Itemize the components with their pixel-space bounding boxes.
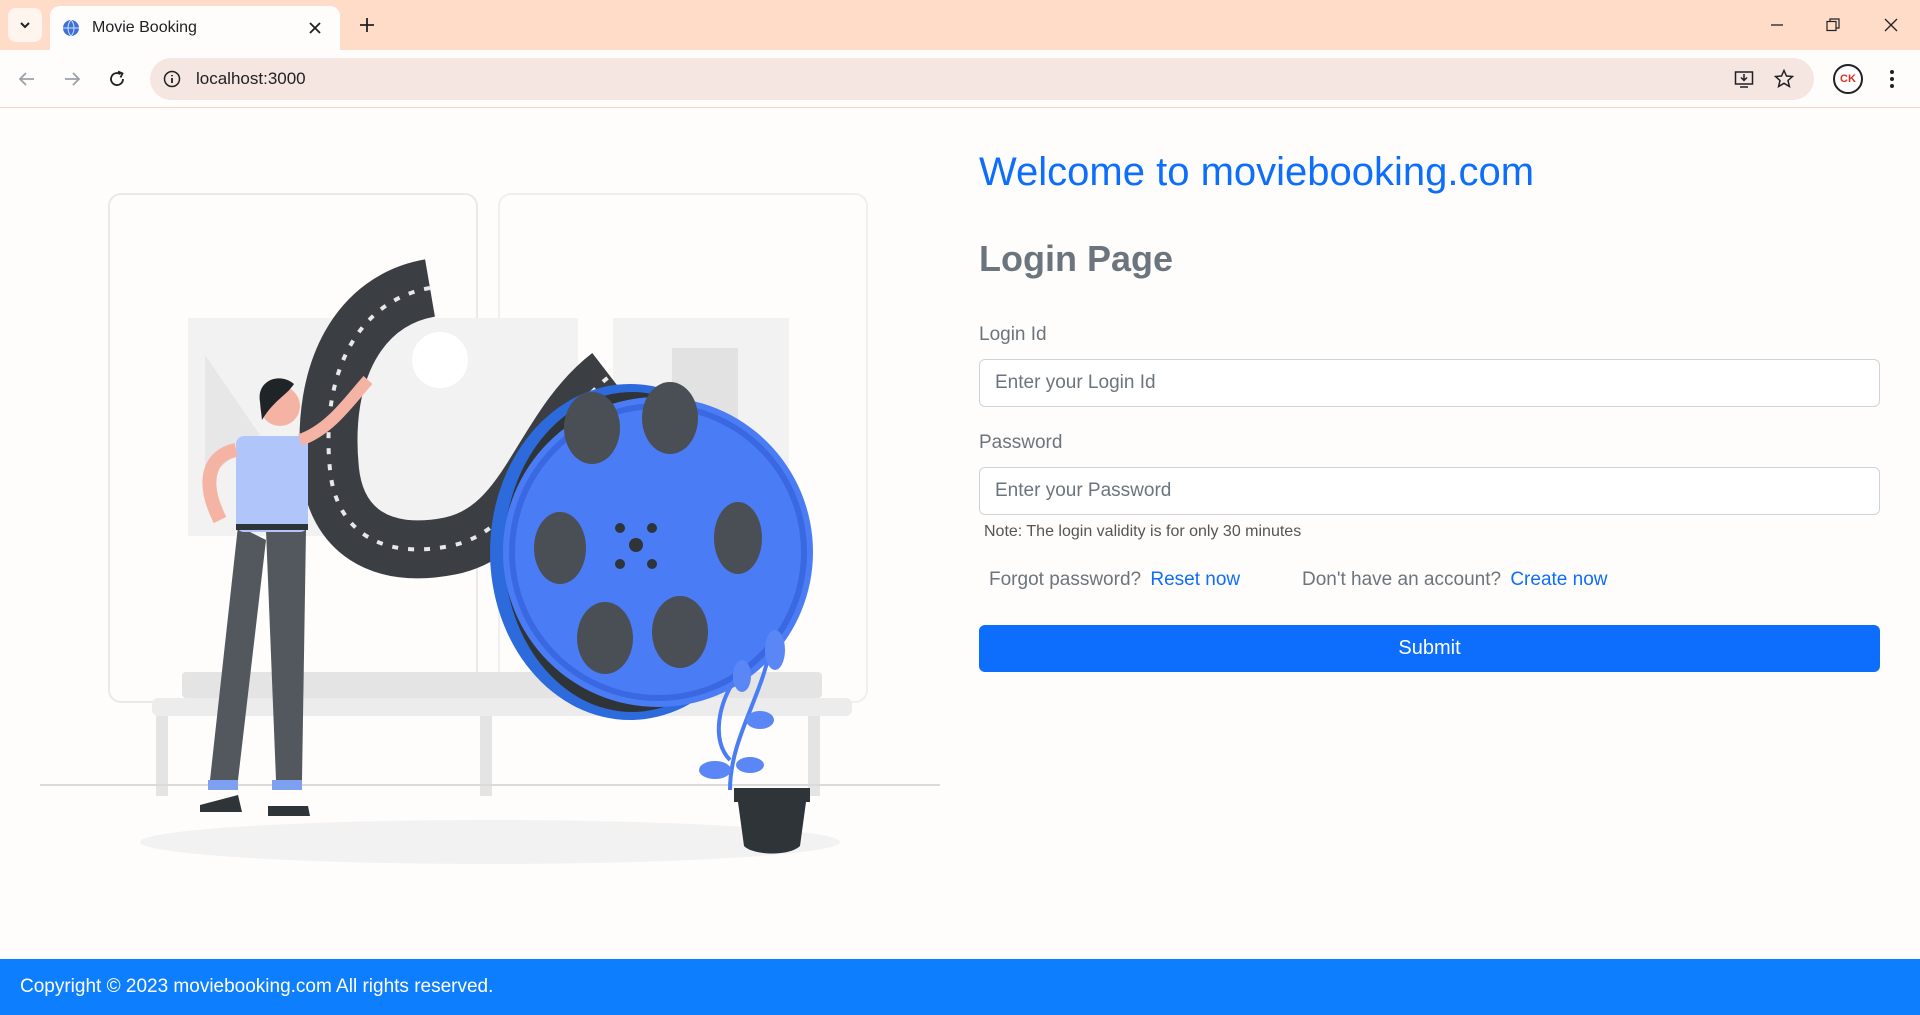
tab-title: Movie Booking bbox=[92, 19, 197, 36]
arrow-left-icon bbox=[18, 72, 34, 86]
browser-tab-active[interactable]: Movie Booking bbox=[50, 6, 340, 50]
reset-password-link[interactable]: Reset now bbox=[1150, 569, 1240, 590]
install-app-icon[interactable] bbox=[1732, 67, 1756, 91]
reload-button[interactable] bbox=[100, 62, 134, 96]
copyright-text: Copyright © 2023 moviebooking.com All ri… bbox=[20, 976, 494, 997]
arrow-right-icon bbox=[65, 72, 81, 86]
restore-window-button[interactable] bbox=[1816, 10, 1850, 40]
login-id-label: Login Id bbox=[979, 324, 1047, 345]
browser-menu-button[interactable] bbox=[1880, 64, 1904, 94]
minimize-icon bbox=[1771, 24, 1783, 26]
address-bar[interactable]: localhost:3000 bbox=[150, 58, 1814, 100]
site-info-icon[interactable] bbox=[160, 67, 184, 91]
forgot-password-text: Forgot password? bbox=[989, 569, 1142, 590]
bookmark-star-icon[interactable] bbox=[1772, 67, 1796, 91]
forgot-password-row: Forgot password? Reset now bbox=[989, 569, 1240, 591]
page-title: Login Page bbox=[979, 238, 1174, 279]
profile-avatar[interactable]: CK bbox=[1833, 64, 1863, 94]
no-account-text: Don't have an account? bbox=[1302, 569, 1502, 590]
login-id-input[interactable] bbox=[979, 359, 1880, 407]
welcome-heading: Welcome to moviebooking.com bbox=[979, 150, 1535, 194]
browser-tab-bar: Movie Booking bbox=[0, 0, 1920, 50]
profile-initials: CK bbox=[1840, 73, 1856, 85]
back-button[interactable] bbox=[10, 62, 44, 96]
browser-toolbar: localhost:3000 CK bbox=[0, 50, 1920, 108]
close-tab-button[interactable] bbox=[304, 17, 326, 39]
validity-note: Note: The login validity is for only 30 … bbox=[984, 523, 1302, 540]
close-window-button[interactable] bbox=[1874, 10, 1908, 40]
reload-icon bbox=[110, 70, 124, 86]
restore-icon bbox=[1826, 18, 1840, 32]
new-tab-button[interactable] bbox=[354, 12, 380, 38]
password-input[interactable] bbox=[979, 467, 1880, 515]
chevron-down-icon bbox=[20, 22, 30, 29]
forward-button[interactable] bbox=[55, 62, 89, 96]
close-icon bbox=[309, 22, 321, 34]
more-vertical-icon bbox=[1890, 70, 1894, 88]
url-text: localhost:3000 bbox=[196, 69, 306, 88]
create-account-row: Don't have an account? Create now bbox=[1302, 569, 1608, 591]
movie-reel-illustration bbox=[40, 193, 940, 864]
footer: Copyright © 2023 moviebooking.com All ri… bbox=[0, 959, 1920, 1015]
close-icon bbox=[1884, 18, 1898, 32]
globe-icon bbox=[63, 19, 79, 37]
submit-button[interactable]: Submit bbox=[979, 625, 1880, 672]
password-label: Password bbox=[979, 432, 1063, 453]
plus-icon bbox=[360, 18, 374, 32]
create-account-link[interactable]: Create now bbox=[1510, 569, 1607, 590]
tab-search-button[interactable] bbox=[8, 8, 42, 42]
minimize-window-button[interactable] bbox=[1760, 10, 1794, 40]
